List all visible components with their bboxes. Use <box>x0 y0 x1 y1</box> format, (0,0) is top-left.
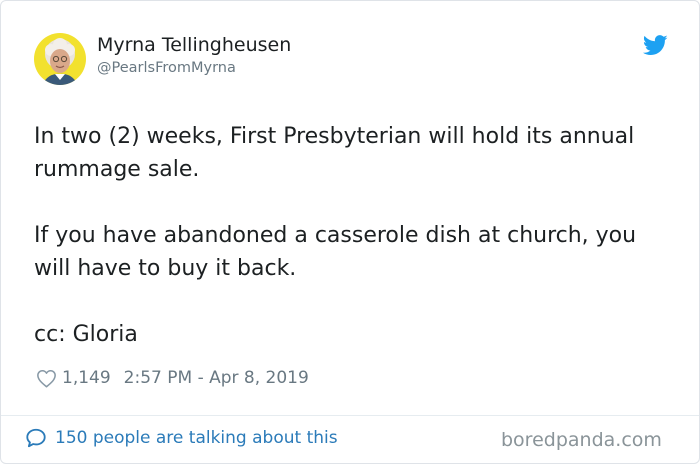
like-count[interactable]: 1,149 <box>62 368 111 388</box>
heart-icon[interactable] <box>36 369 57 388</box>
display-name[interactable]: Myrna Tellingheusen <box>97 34 291 56</box>
avatar[interactable] <box>34 33 86 85</box>
twitter-bird-icon[interactable] <box>643 35 668 56</box>
user-handle[interactable]: @PearlsFromMyrna <box>97 60 236 76</box>
speech-bubble-icon <box>26 428 46 448</box>
tweet-paragraph: If you have abandoned a casserole dish a… <box>34 223 637 281</box>
tweet-paragraph: In two (2) weeks, First Presbyterian wil… <box>34 124 635 182</box>
conversation-link[interactable]: 150 people are talking about this <box>25 427 338 449</box>
avatar-portrait <box>34 33 86 85</box>
timestamp[interactable]: 2:57 PM - Apr 8, 2019 <box>124 368 309 388</box>
tweet-card: Myrna Tellingheusen @PearlsFromMyrna In … <box>0 0 700 464</box>
tweet-meta: 1,149 2:57 PM - Apr 8, 2019 <box>36 364 309 392</box>
tweet-text: In two (2) weeks, First Presbyterian wil… <box>34 120 674 384</box>
talking-about-text: 150 people are talking about this <box>55 428 338 448</box>
watermark: boredpanda.com <box>501 429 662 451</box>
divider <box>1 415 699 416</box>
tweet-paragraph: cc: Gloria <box>34 322 138 347</box>
